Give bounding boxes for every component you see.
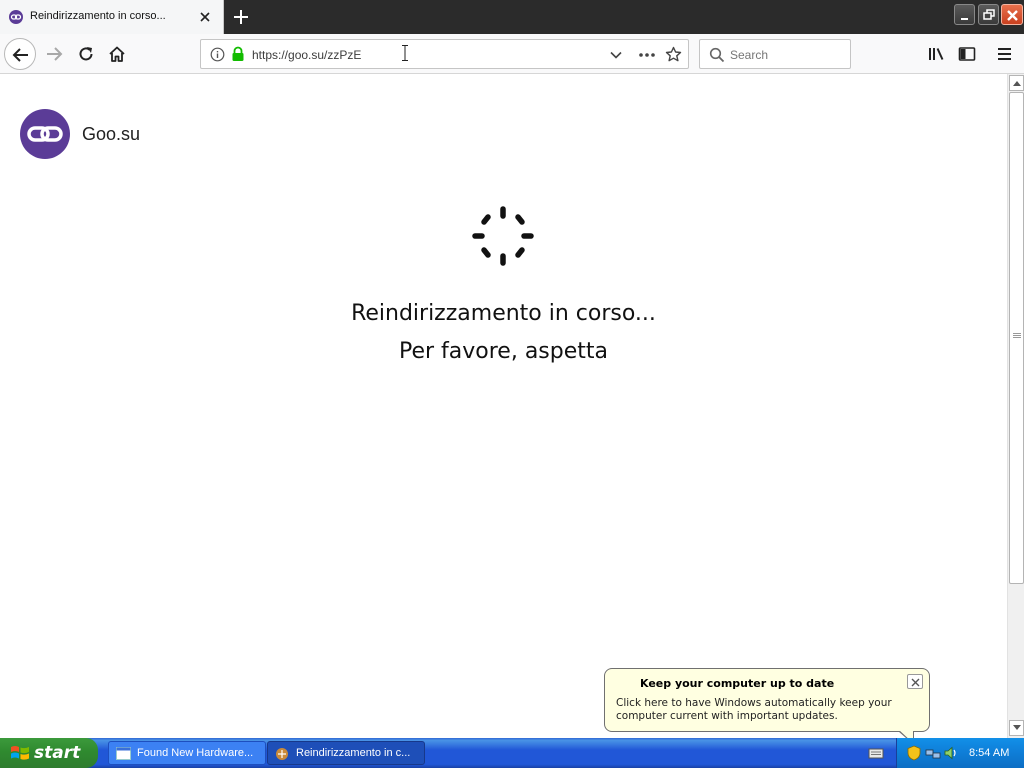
close-window-icon	[1007, 10, 1018, 21]
secure-lock-icon[interactable]	[231, 46, 245, 62]
reload-button[interactable]	[70, 38, 102, 70]
back-button[interactable]	[4, 38, 36, 70]
goo-su-logo-icon[interactable]	[20, 109, 70, 159]
navigation-toolbar: https://goo.su/zzPzE	[0, 34, 1024, 74]
redirect-message: Reindirizzamento in corso...	[351, 301, 656, 326]
close-tab-icon[interactable]	[196, 8, 214, 26]
notification-body[interactable]: Click here to have Windows automatically…	[616, 697, 921, 723]
hardware-window-icon	[116, 747, 131, 760]
bookmark-star-icon[interactable]	[665, 46, 682, 63]
home-button[interactable]	[101, 38, 133, 70]
library-icon	[929, 48, 944, 60]
title-bar: Reindirizzamento in corso...	[0, 0, 1024, 34]
scroll-up-arrow-icon	[1013, 81, 1021, 86]
system-clock[interactable]: 8:54 AM	[969, 747, 1009, 759]
hamburger-menu-button[interactable]	[990, 38, 1022, 70]
forward-arrow-icon	[47, 47, 63, 61]
text-cursor-icon	[402, 45, 408, 61]
url-text[interactable]: https://goo.su/zzPzE	[252, 48, 361, 62]
volume-icon[interactable]	[943, 745, 959, 761]
search-box[interactable]	[699, 39, 851, 69]
back-arrow-icon	[12, 48, 28, 62]
start-label: start	[34, 743, 81, 763]
home-icon	[109, 46, 125, 62]
windows-logo-icon	[11, 746, 29, 760]
chevron-down-icon[interactable]	[609, 48, 623, 62]
info-icon[interactable]	[210, 47, 225, 62]
sidebar-icon	[958, 47, 976, 61]
scroll-up-button[interactable]	[1009, 75, 1024, 91]
taskbar-item-found-new-hardware[interactable]: Found New Hardware...	[108, 741, 266, 765]
tab-title: Reindirizzamento in corso...	[30, 10, 166, 22]
search-input[interactable]	[730, 46, 845, 64]
sidebar-toggle-button[interactable]	[951, 38, 983, 70]
forward-button[interactable]	[38, 38, 70, 70]
keyboard-layout-icon[interactable]	[868, 746, 884, 760]
network-icon[interactable]	[925, 745, 941, 761]
notification-title: Keep your computer up to date	[640, 677, 835, 690]
tab-active[interactable]: Reindirizzamento in corso...	[0, 0, 224, 34]
reload-icon	[79, 47, 93, 61]
new-tab-plus-icon[interactable]	[229, 5, 253, 29]
taskbar-item-label: Reindirizzamento in c...	[296, 747, 411, 759]
page-viewport: Goo.su Reindirizzamento in corso... Per …	[0, 75, 1007, 738]
loading-spinner-icon	[472, 206, 534, 266]
search-icon	[709, 47, 725, 63]
page-actions-ellipsis-icon[interactable]	[638, 48, 656, 62]
system-tray: 8:54 AM	[896, 738, 1024, 768]
brand-name[interactable]: Goo.su	[82, 124, 140, 145]
start-button[interactable]: start	[0, 738, 98, 768]
taskbar: start Found New Hardware... Reindirizzam…	[0, 738, 1024, 768]
security-shield-icon[interactable]	[907, 745, 921, 761]
notification-close-button[interactable]	[907, 674, 923, 689]
close-window-button[interactable]	[1001, 4, 1023, 25]
goo-su-favicon-icon	[276, 748, 288, 760]
scrollbar-grip	[1013, 333, 1021, 334]
wait-message: Per favore, aspetta	[398, 339, 609, 364]
goo-su-favicon-icon	[9, 10, 23, 24]
restore-icon	[983, 9, 995, 20]
address-bar[interactable]: https://goo.su/zzPzE	[200, 39, 689, 69]
scrollbar-thumb[interactable]	[1009, 92, 1024, 584]
close-icon	[911, 678, 920, 687]
taskbar-item-firefox[interactable]: Reindirizzamento in c...	[267, 741, 425, 765]
vertical-scrollbar[interactable]	[1007, 74, 1024, 738]
hamburger-menu-icon	[998, 48, 1011, 60]
update-notification-balloon[interactable]: Keep your computer up to date Click here…	[604, 668, 930, 732]
taskbar-item-label: Found New Hardware...	[137, 747, 254, 759]
minimize-icon	[961, 18, 968, 20]
scroll-down-arrow-icon	[1013, 725, 1021, 730]
restore-window-button[interactable]	[978, 4, 999, 25]
library-button[interactable]	[920, 38, 952, 70]
scroll-down-button[interactable]	[1009, 720, 1024, 736]
minimize-window-button[interactable]	[954, 4, 975, 25]
